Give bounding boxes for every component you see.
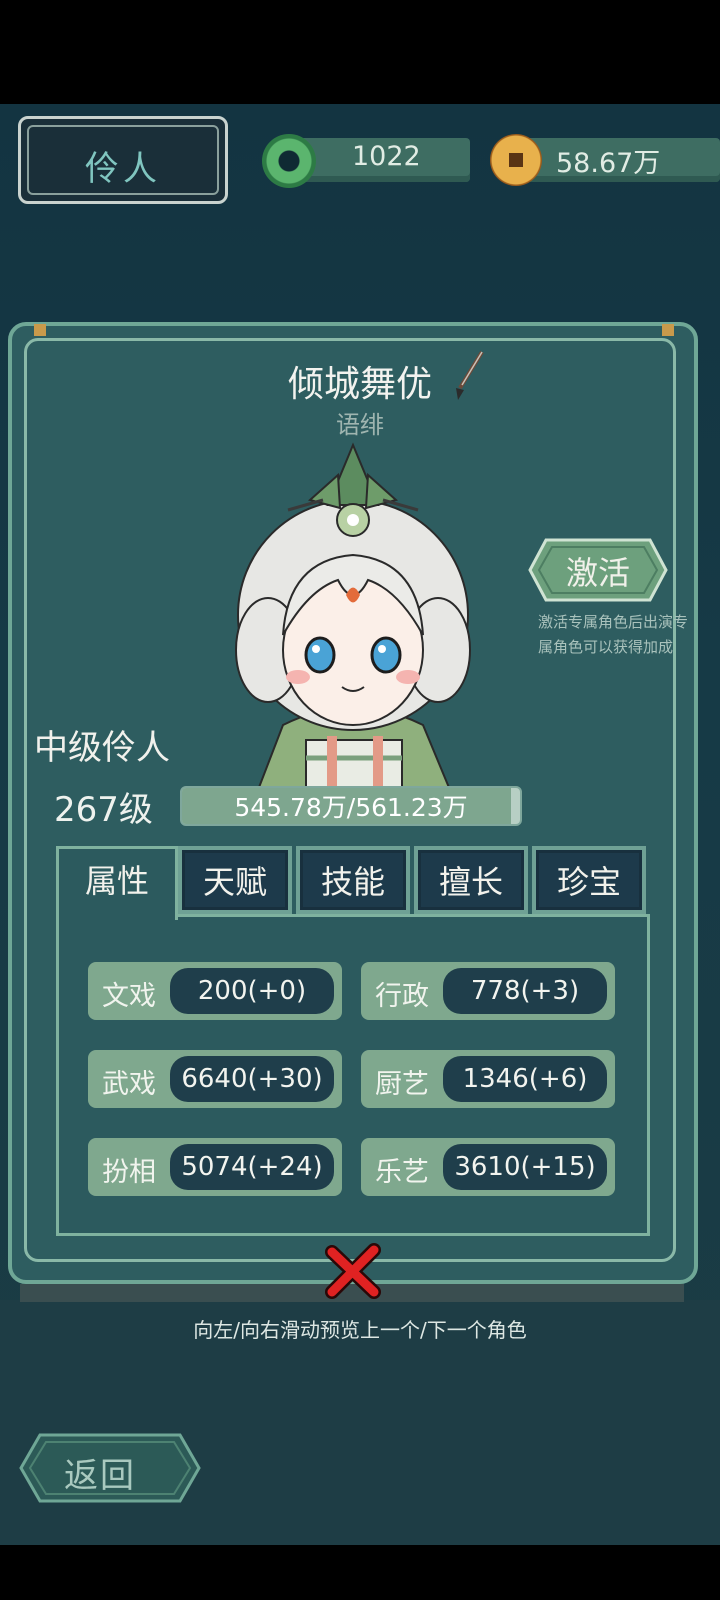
coin-amount: 58.67万 <box>556 148 661 179</box>
stat-value: 1346(+6) <box>443 1056 607 1102</box>
stat-label: 行政 <box>375 981 429 1012</box>
activate-button-label[interactable]: 激活 <box>528 548 668 594</box>
page-title-frame: 伶人 <box>18 116 228 204</box>
stat-value: 778(+3) <box>443 968 607 1014</box>
jade-icon <box>262 134 316 188</box>
character-rank: 中级伶人 <box>34 728 170 768</box>
stat-label: 乐艺 <box>375 1157 429 1188</box>
stat-row: 扮相 5074(+24) <box>88 1138 342 1196</box>
tab-attributes[interactable]: 属性 <box>56 846 178 920</box>
exp-text: 545.78万/561.23万 <box>234 793 468 822</box>
character-title: 倾城舞优 <box>287 364 432 405</box>
character-level: 267级 <box>54 790 153 830</box>
swipe-hint: 向左/向右滑动预览上一个/下一个角色 <box>193 1318 527 1342</box>
stat-value: 200(+0) <box>170 968 334 1014</box>
tab-specialty[interactable]: 擅长 <box>414 846 528 914</box>
tab-treasure[interactable]: 珍宝 <box>532 846 646 914</box>
stat-row: 行政 778(+3) <box>361 962 615 1020</box>
character-portrait <box>235 442 471 790</box>
brush-icon[interactable] <box>450 348 490 402</box>
stat-label: 厨艺 <box>375 1069 429 1100</box>
character-name: 语绯 <box>336 411 384 439</box>
tab-skills[interactable]: 技能 <box>296 846 410 914</box>
stat-row: 乐艺 3610(+15) <box>361 1138 615 1196</box>
back-button-label[interactable]: 返回 <box>64 1448 136 1497</box>
stat-label: 文戏 <box>102 981 156 1012</box>
stat-row: 武戏 6640(+30) <box>88 1050 342 1108</box>
panel-corner-ornament <box>34 324 46 336</box>
stat-value: 5074(+24) <box>170 1144 334 1190</box>
activate-note: 激活专属角色后出演专属角色可以获得加成 <box>538 613 689 656</box>
panel-corner-ornament <box>662 324 674 336</box>
page-title: 伶人 <box>85 149 161 189</box>
coin-icon <box>490 134 542 186</box>
tab-talent[interactable]: 天赋 <box>178 846 292 914</box>
stat-value: 3610(+15) <box>443 1144 607 1190</box>
close-icon[interactable] <box>324 1242 382 1300</box>
stat-label: 武戏 <box>102 1069 156 1100</box>
jade-count: 1022 <box>352 141 421 172</box>
navigation-bar <box>0 1545 720 1600</box>
stat-row: 厨艺 1346(+6) <box>361 1050 615 1108</box>
status-bar <box>0 0 720 104</box>
stat-value: 6640(+30) <box>170 1056 334 1102</box>
stat-row: 文戏 200(+0) <box>88 962 342 1020</box>
stat-label: 扮相 <box>102 1157 156 1188</box>
